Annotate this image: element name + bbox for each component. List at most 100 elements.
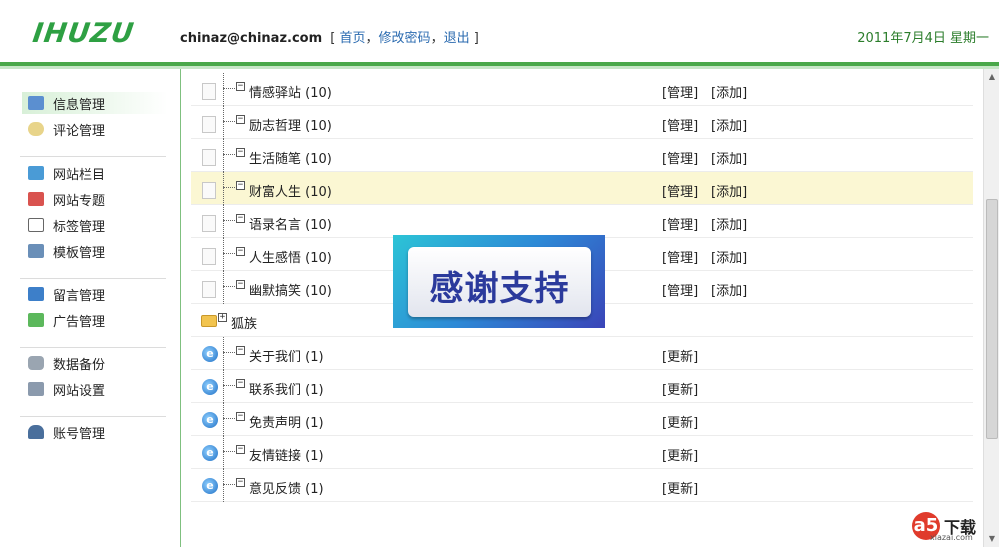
page-name[interactable]: 关于我们 (1) (249, 346, 324, 365)
add-link[interactable]: [添加] (711, 82, 747, 101)
sidebar-divider (20, 347, 166, 348)
scroll-thumb[interactable] (986, 199, 998, 439)
sidebar-item-data-backup[interactable]: 数据备份 (22, 352, 168, 374)
update-link[interactable]: [更新] (662, 346, 698, 365)
collapse-icon[interactable]: − (236, 181, 245, 190)
sidebar-item-tag-manage[interactable]: 标签管理 (22, 214, 168, 236)
tools-icon (28, 382, 44, 396)
ie-page-icon: e (202, 412, 218, 428)
manage-link[interactable]: [管理] (662, 247, 698, 266)
logout-link[interactable]: 退出 (444, 31, 470, 46)
ie-page-icon: e (202, 478, 218, 494)
page-icon (202, 215, 216, 232)
list-item: − 情感驿站 (10) [管理] [添加] (191, 73, 973, 106)
sidebar-divider (20, 156, 166, 157)
list-item: e − 关于我们 (1) [更新] (191, 337, 973, 370)
change-password-link[interactable]: 修改密码 (379, 31, 431, 46)
manage-link[interactable]: [管理] (662, 280, 698, 299)
update-link[interactable]: [更新] (662, 445, 698, 464)
page-name[interactable]: 联系我们 (1) (249, 379, 324, 398)
list-item: e − 意见反馈 (1) [更新] (191, 469, 973, 502)
user-bar: chinaz@chinaz.com [ 首页，修改密码，退出 ] (180, 31, 479, 46)
ad-icon (28, 313, 44, 327)
list-item: − 语录名言 (10) [管理] [添加] (191, 205, 973, 238)
sidebar-item-site-topic[interactable]: 网站专题 (22, 188, 168, 210)
add-link[interactable]: [添加] (711, 181, 747, 200)
collapse-icon[interactable]: − (236, 82, 245, 91)
add-link[interactable]: [添加] (711, 115, 747, 134)
column-name[interactable]: 语录名言 (10) (249, 214, 332, 233)
sidebar-item-account-manage[interactable]: 账号管理 (22, 421, 168, 443)
column-name[interactable]: 财富人生 (10) (249, 181, 332, 200)
expand-icon[interactable]: + (218, 313, 227, 322)
add-link[interactable]: [添加] (711, 214, 747, 233)
column-name[interactable]: 情感驿站 (10) (249, 82, 332, 101)
manage-link[interactable]: [管理] (662, 148, 698, 167)
add-link[interactable]: [添加] (711, 148, 747, 167)
add-link[interactable]: [添加] (711, 280, 747, 299)
a5-download-logo: a5 下载 xiazai.com (912, 510, 992, 545)
watermark-text: 感谢支持 (429, 269, 570, 309)
update-link[interactable]: [更新] (662, 379, 698, 398)
sidebar-item-ad-manage[interactable]: 广告管理 (22, 309, 168, 331)
template-icon (28, 244, 44, 258)
page-icon (202, 116, 216, 133)
list-item: − 生活随笔 (10) [管理] [添加] (191, 139, 973, 172)
users-icon (28, 425, 44, 439)
sidebar-item-template-manage[interactable]: 模板管理 (22, 240, 168, 262)
page-icon (202, 83, 216, 100)
manage-link[interactable]: [管理] (662, 115, 698, 134)
folder-icon (201, 315, 217, 327)
folder-window-icon (28, 166, 44, 180)
list-item: e − 免责声明 (1) [更新] (191, 403, 973, 436)
collapse-icon[interactable]: − (236, 214, 245, 223)
top-header: IHUZU chinaz@chinaz.com [ 首页，修改密码，退出 ] 2… (0, 0, 999, 62)
ie-page-icon: e (202, 379, 218, 395)
collapse-icon[interactable]: − (236, 478, 245, 487)
page-name[interactable]: 意见反馈 (1) (249, 478, 324, 497)
sidebar-item-message-manage[interactable]: 留言管理 (22, 283, 168, 305)
vertical-scrollbar[interactable]: ▲ ▼ (983, 69, 999, 547)
collapse-icon[interactable]: − (236, 346, 245, 355)
message-icon (28, 287, 44, 301)
sidebar-item-site-column[interactable]: 网站栏目 (22, 162, 168, 184)
tag-window-icon (28, 218, 44, 232)
collapse-icon[interactable]: − (236, 412, 245, 421)
monitor-icon (28, 96, 44, 110)
sidebar-item-site-settings[interactable]: 网站设置 (22, 378, 168, 400)
site-logo[interactable]: IHUZU (31, 18, 136, 49)
column-name[interactable]: 励志哲理 (10) (249, 115, 332, 134)
user-email: chinaz@chinaz.com (180, 31, 323, 46)
manage-link[interactable]: [管理] (662, 214, 698, 233)
manage-link[interactable]: [管理] (662, 82, 698, 101)
column-name[interactable]: 生活随笔 (10) (249, 148, 332, 167)
home-link[interactable]: 首页 (340, 31, 366, 46)
page-name[interactable]: 友情链接 (1) (249, 445, 324, 464)
sidebar-item-info-manage[interactable]: 信息管理 (22, 92, 168, 114)
sidebar-item-comment-manage[interactable]: 评论管理 (22, 118, 168, 140)
list-item-highlighted: − 财富人生 (10) [管理] [添加] (191, 172, 973, 205)
page-icon (202, 248, 216, 265)
sidebar-divider (20, 416, 166, 417)
list-item: − 励志哲理 (10) [管理] [添加] (191, 106, 973, 139)
page-name[interactable]: 免责声明 (1) (249, 412, 324, 431)
database-icon (28, 356, 44, 370)
collapse-icon[interactable]: − (236, 148, 245, 157)
add-link[interactable]: [添加] (711, 247, 747, 266)
date-display: 2011年7月4日 星期一 (857, 31, 989, 46)
column-name[interactable]: 幽默搞笑 (10) (249, 280, 332, 299)
collapse-icon[interactable]: − (236, 445, 245, 454)
update-link[interactable]: [更新] (662, 478, 698, 497)
collapse-icon[interactable]: − (236, 247, 245, 256)
update-link[interactable]: [更新] (662, 412, 698, 431)
ie-page-icon: e (202, 445, 218, 461)
page-icon (202, 182, 216, 199)
column-name[interactable]: 人生感悟 (10) (249, 247, 332, 266)
collapse-icon[interactable]: − (236, 280, 245, 289)
scroll-up-arrow-icon[interactable]: ▲ (984, 69, 999, 85)
column-name[interactable]: 狐族 (231, 313, 257, 332)
collapse-icon[interactable]: − (236, 115, 245, 124)
bracket-open: [ (330, 31, 336, 46)
manage-link[interactable]: [管理] (662, 181, 698, 200)
collapse-icon[interactable]: − (236, 379, 245, 388)
